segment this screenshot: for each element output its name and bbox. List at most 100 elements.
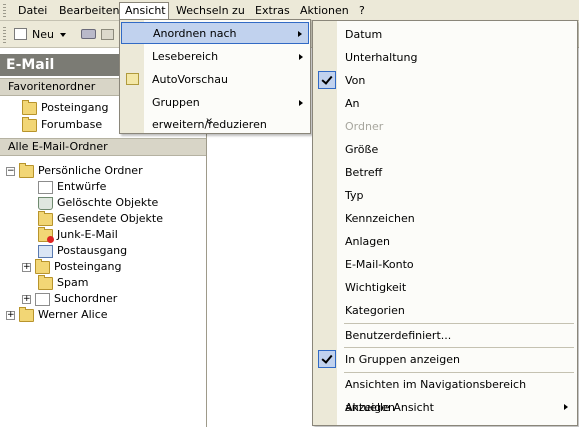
expand-menu-chevron-icon[interactable]: » (203, 117, 217, 124)
tree-label: Gesendete Objekte (57, 212, 164, 225)
menu-item-autovorschau[interactable]: AutoVorschau (121, 69, 309, 91)
menu-item-von[interactable]: Von (314, 69, 576, 92)
menu-item-betreff[interactable]: Betreff (314, 161, 576, 184)
menu-item-label: Anlagen (345, 235, 391, 248)
menu-item-anordnen-nach[interactable]: Anordnen nach (121, 22, 309, 44)
submenu-arrow-icon (564, 404, 568, 410)
new-button-label: Neu (32, 28, 54, 41)
menu-bearbeiten[interactable]: Bearbeiten (54, 2, 124, 19)
outbox-icon (38, 244, 53, 258)
favorite-label: Forumbase (41, 118, 103, 131)
printer-icon (81, 29, 96, 39)
menu-item-lesebereich[interactable]: Lesebereich (121, 46, 309, 68)
tree-item-geloeschte-objekte[interactable]: Gelöschte Objekte (38, 195, 158, 211)
menu-item-benutzerdefiniert[interactable]: Benutzerdefiniert... (314, 324, 576, 347)
menu-item-label: Von (345, 74, 366, 87)
favorite-posteingang[interactable]: Posteingang (22, 99, 109, 116)
sent-items-icon (38, 210, 53, 226)
folder-icon (22, 116, 37, 132)
personal-folders-icon (19, 306, 34, 322)
tree-item-gesendete-objekte[interactable]: Gesendete Objekte (38, 210, 164, 227)
menu-help[interactable]: ? (354, 2, 370, 19)
favorite-label: Posteingang (41, 101, 109, 114)
menubar-gripper[interactable] (3, 4, 6, 17)
menu-item-kategorien[interactable]: Kategorien (314, 299, 576, 322)
autopreview-icon (126, 73, 139, 85)
move-button[interactable] (100, 24, 117, 45)
menu-item-label: Unterhaltung (345, 51, 418, 64)
junk-mail-icon (38, 226, 54, 243)
submenu-arrow-icon (299, 100, 303, 106)
inbox-folder-icon (35, 258, 50, 274)
menu-item-aktuelle-ansicht[interactable]: Aktuelle Ansicht (314, 396, 576, 419)
menu-item-label: Typ (345, 189, 364, 202)
menu-item-ansichten-im-navigationsbereich[interactable]: Ansichten im Navigationsbereich anzeigen (314, 373, 576, 414)
personal-folders-icon (19, 162, 34, 178)
ansicht-menu: Anordnen nach Lesebereich AutoVorschau G… (119, 19, 311, 134)
toolbar-gripper[interactable] (3, 27, 6, 43)
menu-item-ordner: Ordner (314, 115, 576, 138)
expand-icon[interactable]: + (22, 262, 31, 272)
menu-item-label: Kategorien (345, 304, 405, 317)
move-to-folder-icon (101, 29, 114, 40)
collapse-icon[interactable]: − (6, 166, 15, 176)
menu-item-unterhaltung[interactable]: Unterhaltung (314, 46, 576, 69)
menu-item-typ[interactable]: Typ (314, 184, 576, 207)
tree-item-junk-e-mail[interactable]: Junk-E-Mail (38, 226, 118, 243)
checkmark-icon (318, 350, 336, 368)
tree-item-postausgang[interactable]: Postausgang (38, 243, 127, 259)
tree-label: Gelöschte Objekte (57, 196, 159, 209)
menu-item-label: Ordner (345, 120, 384, 133)
new-dropdown-arrow-icon[interactable] (60, 33, 66, 37)
menu-item-in-gruppen-anzeigen[interactable]: In Gruppen anzeigen (314, 348, 576, 371)
menu-wechseln-zu[interactable]: Wechseln zu (171, 2, 250, 19)
tree-label: Persönliche Ordner (38, 164, 143, 177)
menu-item-groesse[interactable]: Größe (314, 138, 576, 161)
tree-item-posteingang[interactable]: + Posteingang (22, 258, 122, 275)
tree-item-spam[interactable]: Spam (38, 274, 89, 291)
menu-item-an[interactable]: An (314, 92, 576, 115)
tree-label: Postausgang (57, 244, 128, 257)
print-button[interactable] (80, 24, 98, 45)
menu-item-kennzeichen[interactable]: Kennzeichen (314, 207, 576, 230)
favorite-forumbase[interactable]: Forumbase (22, 116, 103, 133)
menu-datei[interactable]: Datei (13, 2, 52, 19)
menu-item-label: Benutzerdefiniert... (345, 329, 452, 342)
menu-item-label: Wichtigkeit (345, 281, 407, 294)
menu-item-label: Kennzeichen (345, 212, 415, 225)
tree-item-persoenliche-ordner[interactable]: − Persönliche Ordner (6, 162, 143, 179)
new-mail-icon (14, 28, 27, 40)
tree-item-suchordner[interactable]: + Suchordner (22, 291, 117, 307)
menu-item-label: Anordnen nach (153, 27, 237, 40)
menu-item-e-mail-konto[interactable]: E-Mail-Konto (314, 253, 576, 276)
menu-item-datum[interactable]: Datum (314, 23, 576, 46)
tree-item-werner-alice[interactable]: + Werner Alice (6, 306, 108, 323)
menu-item-label: Aktuelle Ansicht (345, 401, 434, 414)
menu-item-label: In Gruppen anzeigen (345, 353, 460, 366)
tree-item-entwuerfe[interactable]: Entwürfe (38, 179, 106, 195)
menu-item-label: Lesebereich (152, 50, 219, 63)
tree-label: Posteingang (54, 260, 122, 273)
anordnen-nach-submenu: Datum Unterhaltung Von An Ordner Größe B… (312, 20, 578, 426)
menu-item-label: Datum (345, 28, 383, 41)
submenu-arrow-icon (299, 54, 303, 60)
tree-label: Spam (57, 276, 89, 289)
expand-icon[interactable]: + (22, 294, 31, 304)
expand-icon[interactable]: + (6, 310, 15, 320)
submenu-arrow-icon (298, 31, 302, 37)
menu-item-gruppen[interactable]: Gruppen erweitern/reduzieren (121, 92, 309, 131)
menu-bar: Datei Bearbeiten Ansicht Wechseln zu Ext… (0, 0, 579, 21)
menu-item-wichtigkeit[interactable]: Wichtigkeit (314, 276, 576, 299)
inbox-folder-icon (22, 99, 37, 115)
menu-item-anlagen[interactable]: Anlagen (314, 230, 576, 253)
deleted-items-icon (38, 196, 53, 210)
menu-item-label: Gruppen erweitern/reduzieren (152, 96, 267, 131)
menu-extras[interactable]: Extras (250, 2, 295, 19)
search-folders-icon (35, 292, 50, 306)
menu-item-label: An (345, 97, 360, 110)
all-folders-section-header[interactable]: Alle E-Mail-Ordner (0, 138, 206, 156)
menu-aktionen[interactable]: Aktionen (295, 2, 354, 19)
tree-label: Suchordner (54, 292, 118, 305)
new-button[interactable]: Neu (12, 24, 70, 45)
tree-label: Junk-E-Mail (57, 228, 118, 241)
